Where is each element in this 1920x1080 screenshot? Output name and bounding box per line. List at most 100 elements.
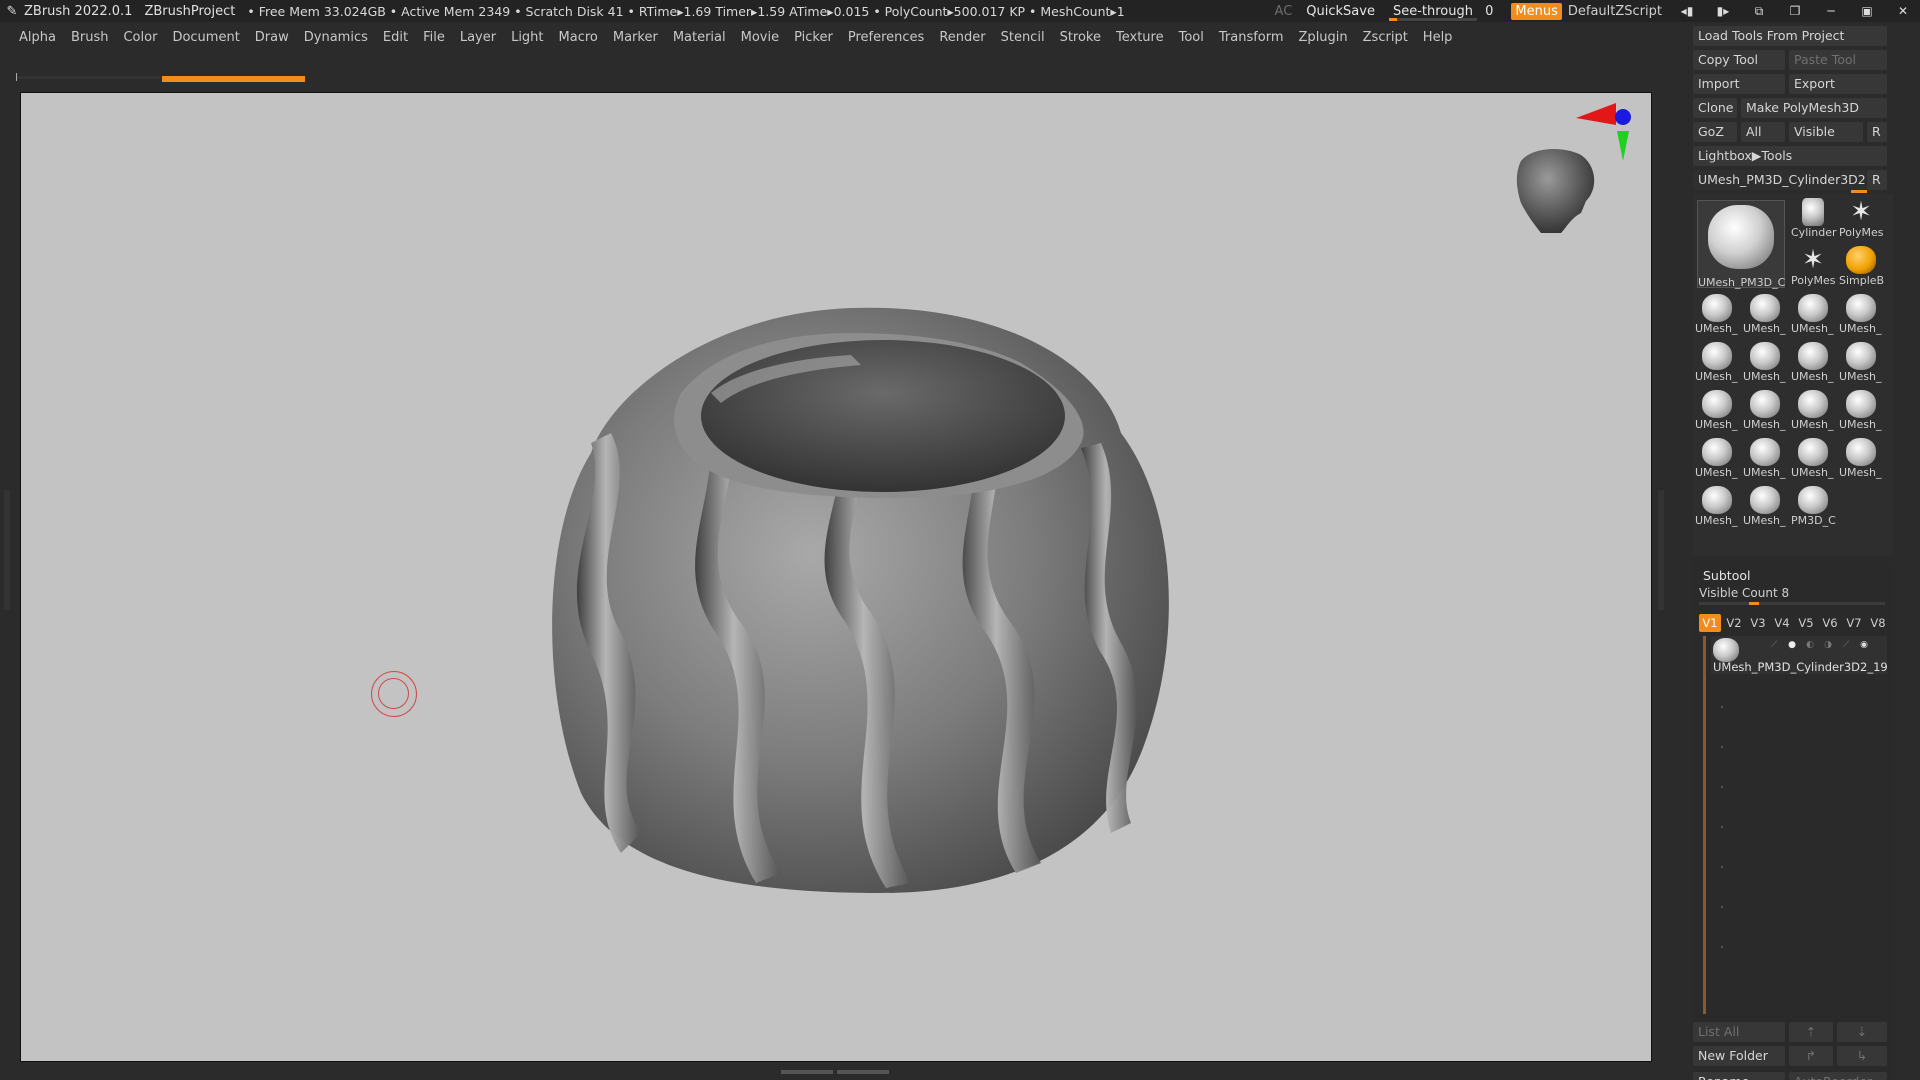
- new-folder-button[interactable]: New Folder: [1693, 1046, 1785, 1066]
- sculpt-canvas[interactable]: [21, 93, 1651, 1061]
- tool-thumbnail[interactable]: UMesh_: [1789, 292, 1837, 340]
- menu-tool[interactable]: Tool: [1179, 30, 1204, 45]
- tool-thumbnail[interactable]: UMesh_: [1693, 340, 1741, 388]
- move-up-icon[interactable]: ⇡: [1789, 1022, 1833, 1042]
- tool-thumbnail[interactable]: SimpleB: [1837, 244, 1885, 292]
- goz-all-button[interactable]: All: [1741, 122, 1785, 142]
- tool-thumbnail[interactable]: UMesh_: [1741, 484, 1789, 532]
- menu-zscript[interactable]: Zscript: [1363, 30, 1408, 45]
- goz-r-button[interactable]: R: [1867, 122, 1887, 142]
- quicksave-button[interactable]: QuickSave: [1306, 4, 1375, 19]
- tool-thumbnail[interactable]: UMesh_: [1741, 292, 1789, 340]
- tool-thumbnail[interactable]: UMesh_: [1789, 436, 1837, 484]
- load-tools-from-project-button[interactable]: Load Tools From Project: [1693, 26, 1887, 46]
- tool-thumbnail[interactable]: UMesh_: [1741, 436, 1789, 484]
- wavy-pot-mesh[interactable]: [552, 307, 1169, 893]
- canvas-viewport[interactable]: [20, 92, 1652, 1062]
- export-button[interactable]: Export: [1789, 74, 1887, 94]
- folder-icon[interactable]: ⟋: [1839, 640, 1853, 650]
- move-down-icon[interactable]: ⇣: [1837, 1022, 1887, 1042]
- tool-thumbnail[interactable]: Cylinder: [1789, 196, 1837, 244]
- current-tool-r-button[interactable]: R: [1867, 170, 1887, 190]
- lightbox-tools-button[interactable]: Lightbox▶Tools: [1693, 146, 1887, 166]
- menus-toggle-button[interactable]: Menus: [1511, 2, 1562, 20]
- subtool-item[interactable]: ⟋ ● ◐ ◑ ⟋ ◉ UMesh_PM3D_Cylinder3D2_19: [1711, 636, 1888, 674]
- maximize-icon[interactable]: ▣: [1856, 4, 1878, 18]
- menu-edit[interactable]: Edit: [383, 30, 408, 45]
- goz-visible-button[interactable]: Visible: [1789, 122, 1863, 142]
- import-button[interactable]: Import: [1693, 74, 1785, 94]
- menu-picker[interactable]: Picker: [794, 30, 833, 45]
- close-icon[interactable]: ✕: [1892, 4, 1914, 18]
- paste-tool-button[interactable]: Paste Tool: [1789, 50, 1887, 70]
- menu-render[interactable]: Render: [939, 30, 985, 45]
- menu-alpha[interactable]: Alpha: [19, 30, 56, 45]
- left-tray-handle[interactable]: [4, 490, 10, 610]
- autoreorder-button[interactable]: AutoReorder: [1789, 1072, 1887, 1080]
- visibility-tab-v3[interactable]: V3: [1747, 614, 1769, 632]
- menu-help[interactable]: Help: [1423, 30, 1453, 45]
- menu-macro[interactable]: Macro: [559, 30, 598, 45]
- visibility-tab-v7[interactable]: V7: [1843, 614, 1865, 632]
- current-tool-name[interactable]: UMesh_PM3D_Cylinder3D2_1: [1693, 170, 1865, 190]
- brush-icon[interactable]: ⟋: [1767, 640, 1781, 650]
- menu-zplugin[interactable]: Zplugin: [1299, 30, 1348, 45]
- layout-left-icon[interactable]: ◂▮: [1676, 4, 1698, 18]
- active-tool-thumbnail[interactable]: UMesh_PM3D_C: [1697, 200, 1785, 289]
- copy-window-icon[interactable]: ⧉: [1748, 4, 1770, 19]
- tool-thumbnail[interactable]: UMesh_: [1693, 436, 1741, 484]
- polypaint-toggle-icon[interactable]: ●: [1785, 640, 1799, 650]
- tool-thumbnail[interactable]: UMesh_: [1837, 292, 1885, 340]
- visibility-tab-v1[interactable]: V1: [1699, 614, 1721, 632]
- visibility-tab-v6[interactable]: V6: [1819, 614, 1841, 632]
- menu-dynamics[interactable]: Dynamics: [304, 30, 368, 45]
- rename-button[interactable]: Rename: [1693, 1072, 1785, 1080]
- menu-movie[interactable]: Movie: [741, 30, 779, 45]
- tool-thumbnail[interactable]: UMesh_: [1789, 388, 1837, 436]
- visible-count-slider[interactable]: [1699, 602, 1885, 605]
- bottom-tray-handle[interactable]: [770, 1068, 900, 1076]
- menu-material[interactable]: Material: [673, 30, 726, 45]
- tool-thumbnail[interactable]: UMesh_: [1741, 340, 1789, 388]
- menu-document[interactable]: Document: [172, 30, 239, 45]
- visibility-tab-v8[interactable]: V8: [1867, 614, 1889, 632]
- tool-thumbnail[interactable]: UMesh_: [1693, 292, 1741, 340]
- eye-visibility-icon[interactable]: ◉: [1857, 640, 1871, 650]
- tool-thumbnail[interactable]: UMesh_: [1741, 388, 1789, 436]
- tool-thumbnail[interactable]: UMesh_: [1837, 388, 1885, 436]
- right-tray-handle[interactable]: [1658, 490, 1664, 610]
- visibility-tab-v2[interactable]: V2: [1723, 614, 1745, 632]
- layout-right-icon[interactable]: ▮▸: [1712, 4, 1734, 18]
- goz-button[interactable]: GoZ: [1693, 122, 1737, 142]
- menu-layer[interactable]: Layer: [460, 30, 496, 45]
- menu-texture[interactable]: Texture: [1116, 30, 1164, 45]
- menu-color[interactable]: Color: [123, 30, 157, 45]
- paste-window-icon[interactable]: ❐: [1784, 4, 1806, 18]
- subtool-title[interactable]: Subtool: [1703, 568, 1750, 583]
- zbrush-logo-icon[interactable]: ✎: [4, 3, 20, 19]
- visibility-tab-v5[interactable]: V5: [1795, 614, 1817, 632]
- menu-marker[interactable]: Marker: [613, 30, 658, 45]
- tool-thumbnail[interactable]: UMesh_: [1837, 436, 1885, 484]
- minimize-icon[interactable]: ─: [1820, 4, 1842, 18]
- menu-file[interactable]: File: [423, 30, 445, 45]
- tool-thumbnail[interactable]: UMesh_: [1837, 340, 1885, 388]
- tool-thumbnail[interactable]: UMesh_: [1693, 484, 1741, 532]
- tool-thumbnail[interactable]: PM3D_C: [1789, 484, 1837, 532]
- clone-button[interactable]: Clone: [1693, 98, 1737, 118]
- default-zscript-button[interactable]: DefaultZScript: [1568, 4, 1662, 19]
- list-all-button[interactable]: List All: [1693, 1022, 1785, 1042]
- tool-thumbnail[interactable]: ✶ PolyMes: [1837, 196, 1885, 244]
- tool-thumbnail[interactable]: UMesh_: [1693, 388, 1741, 436]
- make-polymesh3d-button[interactable]: Make PolyMesh3D: [1741, 98, 1887, 118]
- material-toggle-icon[interactable]: ◐: [1803, 640, 1817, 650]
- navigation-head-gizmo[interactable]: [1516, 103, 1631, 233]
- menu-stencil[interactable]: Stencil: [1001, 30, 1045, 45]
- folder-move-icon[interactable]: ↱: [1789, 1046, 1833, 1066]
- subtool-list-scrollbar[interactable]: [1703, 636, 1706, 1014]
- menu-light[interactable]: Light: [511, 30, 543, 45]
- menu-draw[interactable]: Draw: [255, 30, 289, 45]
- visibility-tab-v4[interactable]: V4: [1771, 614, 1793, 632]
- menu-brush[interactable]: Brush: [71, 30, 109, 45]
- folder-out-icon[interactable]: ↳: [1837, 1046, 1887, 1066]
